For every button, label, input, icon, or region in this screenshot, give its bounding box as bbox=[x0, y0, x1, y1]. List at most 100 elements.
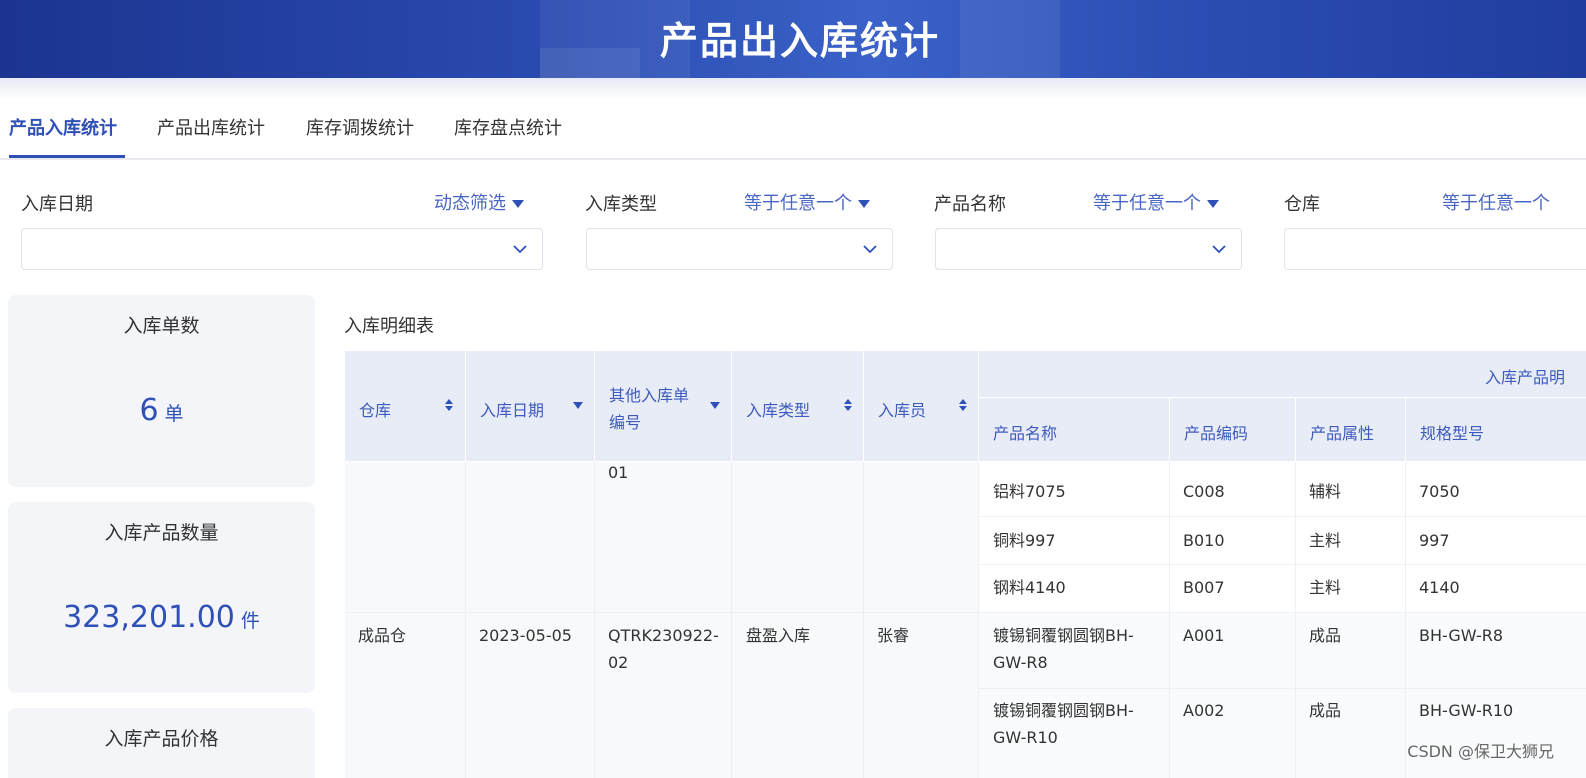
filter-operator-text: 等于任意一个 bbox=[1093, 193, 1201, 214]
caret-down-icon bbox=[858, 200, 870, 208]
cell-product-name: 铝料7075 bbox=[993, 482, 1066, 501]
kpi-title: 入库单数 bbox=[123, 315, 200, 337]
column-header-label: 产品编码 bbox=[1184, 424, 1249, 443]
column-header-clerk[interactable]: 入库员 bbox=[864, 351, 978, 461]
cell-date: 2023-05-05 bbox=[479, 626, 572, 645]
column-header-label: 规格型号 bbox=[1420, 424, 1485, 443]
column-divider bbox=[731, 462, 732, 778]
filter-label-date: 入库日期 bbox=[21, 194, 93, 215]
header-line: 编号 bbox=[609, 413, 642, 432]
row-divider bbox=[979, 564, 1586, 565]
column-divider bbox=[863, 462, 864, 778]
cell-line: 镀锡铜覆钢圆钢BH- bbox=[993, 701, 1134, 720]
cell-order-no: QTRK230922- 02 bbox=[608, 622, 719, 676]
cell-product-attr: 成品 bbox=[1309, 626, 1342, 645]
kpi-title: 入库产品价格 bbox=[104, 728, 219, 750]
filter-label-warehouse: 仓库 bbox=[1284, 194, 1320, 215]
filter-label-product: 产品名称 bbox=[934, 194, 1006, 215]
column-divider bbox=[594, 462, 595, 778]
sort-desc-icon[interactable] bbox=[573, 398, 583, 412]
cell-product-code: A002 bbox=[1183, 701, 1225, 720]
caret-down-icon bbox=[1207, 200, 1219, 208]
column-header-order-no[interactable]: 其他入库单 编号 bbox=[595, 351, 731, 461]
filter-operator-product[interactable]: 等于任意一个 bbox=[1093, 189, 1219, 215]
column-header-type[interactable]: 入库类型 bbox=[732, 351, 863, 461]
filter-select-type[interactable] bbox=[586, 228, 893, 270]
active-tab-indicator bbox=[9, 155, 125, 158]
cell-product-name: 镀锡铜覆钢圆钢BH- GW-R8 bbox=[993, 622, 1134, 676]
kpi-number: 6 bbox=[139, 393, 159, 428]
filter-operator-warehouse[interactable]: 等于任意一个 bbox=[1442, 189, 1550, 215]
header-banner: 产品出入库统计 bbox=[0, 0, 1586, 78]
tab-inventory-count-stats[interactable]: 库存盘点统计 bbox=[454, 114, 562, 140]
cell-product-attr: 主料 bbox=[1309, 531, 1342, 550]
column-divider bbox=[978, 462, 979, 778]
tab-transfer-stats[interactable]: 库存调拨统计 bbox=[306, 114, 414, 140]
cell-clerk: 张睿 bbox=[877, 626, 910, 645]
column-divider bbox=[1405, 462, 1406, 778]
cell-line: 02 bbox=[608, 653, 629, 672]
chevron-down-icon bbox=[1212, 245, 1226, 254]
kpi-value: 323,201.00 件 bbox=[8, 600, 315, 635]
cell-line: 镀锡铜覆钢圆钢BH- bbox=[993, 626, 1134, 645]
cell-spec: 997 bbox=[1419, 531, 1450, 550]
cell-line: GW-R8 bbox=[993, 653, 1048, 672]
page-title: 产品出入库统计 bbox=[659, 19, 940, 63]
cell-spec: 7050 bbox=[1419, 482, 1460, 501]
sort-desc-icon[interactable] bbox=[710, 398, 720, 412]
sort-both-icon[interactable] bbox=[843, 398, 853, 412]
cell-product-name: 钢料4140 bbox=[993, 578, 1066, 597]
column-group-label: 入库产品明 bbox=[1485, 368, 1566, 387]
filter-operator-type[interactable]: 等于任意一个 bbox=[744, 189, 870, 215]
kpi-number: 323,201.00 bbox=[63, 600, 235, 635]
cell-spec: BH-GW-R8 bbox=[1419, 626, 1504, 645]
column-divider bbox=[465, 462, 466, 778]
column-header-label: 其他入库单 编号 bbox=[609, 382, 689, 436]
filter-select-product[interactable] bbox=[935, 228, 1242, 270]
column-group-header: 入库产品明 bbox=[979, 351, 1586, 397]
filter-select-date[interactable] bbox=[21, 228, 543, 270]
column-header-product-code[interactable]: 产品编码 bbox=[1170, 398, 1295, 461]
column-header-label: 仓库 bbox=[359, 401, 392, 420]
cell-product-attr: 辅料 bbox=[1309, 482, 1342, 501]
cell-product-name: 铜料997 bbox=[993, 531, 1056, 550]
cell-warehouse: 成品仓 bbox=[358, 626, 407, 645]
column-header-warehouse[interactable]: 仓库 bbox=[345, 351, 465, 461]
cell-product-code: B007 bbox=[1183, 578, 1225, 597]
cell-product-code: C008 bbox=[1183, 482, 1225, 501]
kpi-title: 入库产品数量 bbox=[104, 522, 219, 544]
column-header-product-attr[interactable]: 产品属性 bbox=[1296, 398, 1405, 461]
kpi-card-product-quantity: 入库产品数量 323,201.00 件 bbox=[8, 502, 315, 693]
row-divider bbox=[345, 612, 1586, 613]
column-header-spec[interactable]: 规格型号 bbox=[1406, 398, 1586, 461]
kpi-unit: 单 bbox=[164, 403, 184, 425]
header-line: 其他入库单 bbox=[609, 386, 690, 405]
cell-line: GW-R10 bbox=[993, 728, 1058, 747]
filter-operator-text: 等于任意一个 bbox=[744, 193, 852, 214]
cell-product-name: 镀锡铜覆钢圆钢BH- GW-R10 bbox=[993, 697, 1134, 751]
filter-operator-date[interactable]: 动态筛选 bbox=[434, 189, 524, 215]
column-header-date[interactable]: 入库日期 bbox=[466, 351, 594, 461]
table-title: 入库明细表 bbox=[344, 316, 434, 337]
cell-order-no: 01 bbox=[608, 463, 629, 482]
chevron-down-icon bbox=[513, 245, 527, 254]
cell-product-code: B010 bbox=[1183, 531, 1225, 550]
column-header-label: 产品名称 bbox=[993, 424, 1058, 443]
filter-label-type: 入库类型 bbox=[585, 194, 657, 215]
cell-product-attr: 成品 bbox=[1309, 701, 1342, 720]
filter-select-warehouse[interactable] bbox=[1284, 228, 1586, 270]
column-header-label: 入库日期 bbox=[480, 401, 545, 420]
sort-both-icon[interactable] bbox=[958, 398, 968, 412]
row-divider bbox=[979, 516, 1586, 517]
watermark-text: CSDN @保卫大狮兄 bbox=[1407, 742, 1554, 761]
column-header-label: 入库类型 bbox=[746, 401, 811, 420]
banner-shadow bbox=[0, 78, 1586, 100]
kpi-unit: 件 bbox=[240, 610, 260, 632]
tab-bar: 产品入库统计 产品出库统计 库存调拨统计 库存盘点统计 bbox=[0, 108, 1586, 160]
column-header-product-name[interactable]: 产品名称 bbox=[979, 398, 1169, 461]
cell-product-code: A001 bbox=[1183, 626, 1225, 645]
column-divider bbox=[1169, 462, 1170, 778]
tab-outbound-stats[interactable]: 产品出库统计 bbox=[157, 114, 265, 140]
tab-inbound-stats[interactable]: 产品入库统计 bbox=[9, 114, 117, 140]
sort-both-icon[interactable] bbox=[444, 398, 454, 412]
